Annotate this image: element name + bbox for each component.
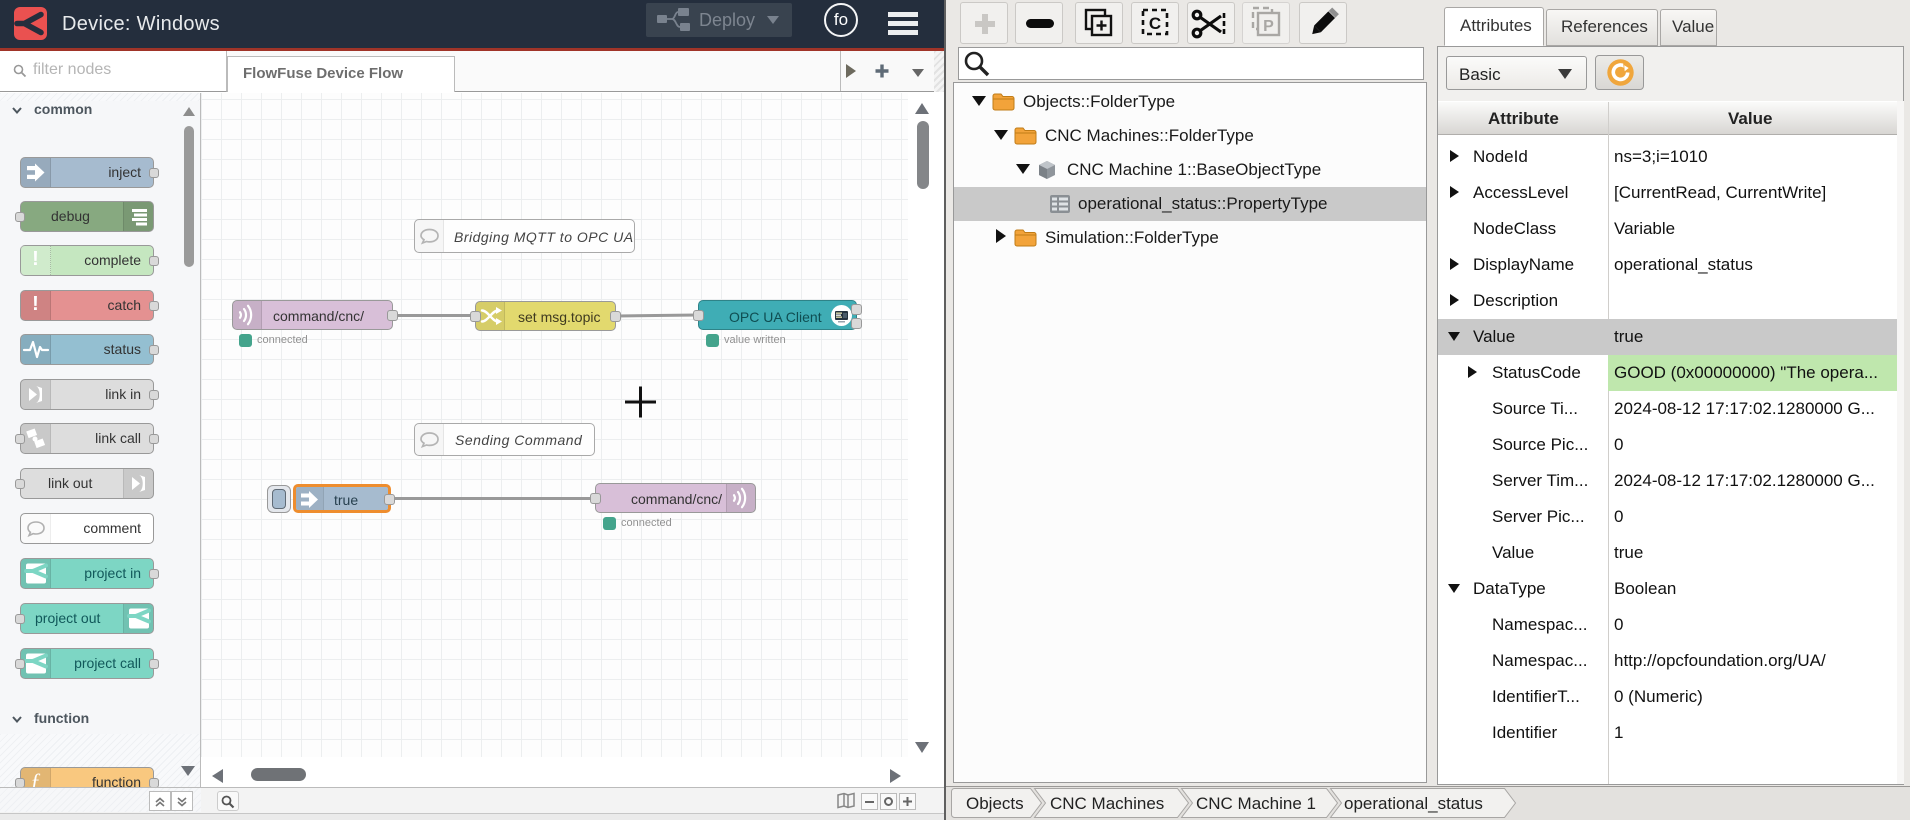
svg-text:C: C	[1149, 14, 1161, 33]
svg-text:operational_status: operational_status	[1344, 794, 1483, 813]
svg-text:CNC Machines: CNC Machines	[1050, 794, 1164, 813]
svg-text:Objects: Objects	[966, 794, 1024, 813]
svg-text:P: P	[1263, 18, 1274, 35]
svg-text:CNC Machine 1: CNC Machine 1	[1196, 794, 1316, 813]
